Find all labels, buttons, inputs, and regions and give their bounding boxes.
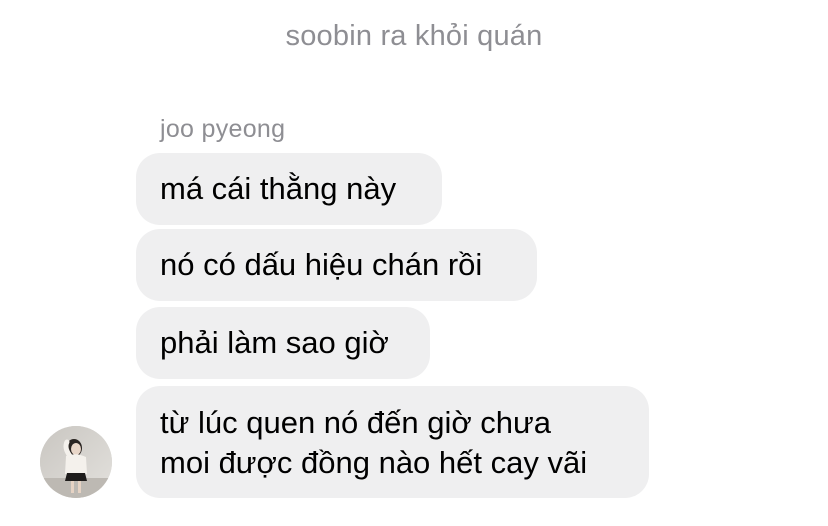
message-bubble[interactable]: má cái thằng này: [136, 153, 442, 225]
message-bubble[interactable]: từ lúc quen nó đến giờ chưa moi được đồn…: [136, 386, 649, 498]
message-text-line: moi được đồng nào hết cay vãi: [160, 445, 588, 480]
message-bubble[interactable]: phải làm sao giờ: [136, 307, 430, 379]
message-bubble[interactable]: nó có dấu hiệu chán rồi: [136, 229, 537, 301]
sender-avatar[interactable]: [40, 426, 112, 498]
message-text: má cái thằng này: [160, 171, 397, 206]
message-text: phải làm sao giờ: [160, 325, 389, 360]
chat-system-note: soobin ra khỏi quán: [285, 20, 543, 52]
sender-name: joo pyeong: [160, 115, 286, 143]
message-text-line: từ lúc quen nó đến giờ chưa: [160, 405, 552, 440]
message-text: nó có dấu hiệu chán rồi: [160, 247, 483, 282]
avatar-photo-icon: [40, 426, 112, 498]
